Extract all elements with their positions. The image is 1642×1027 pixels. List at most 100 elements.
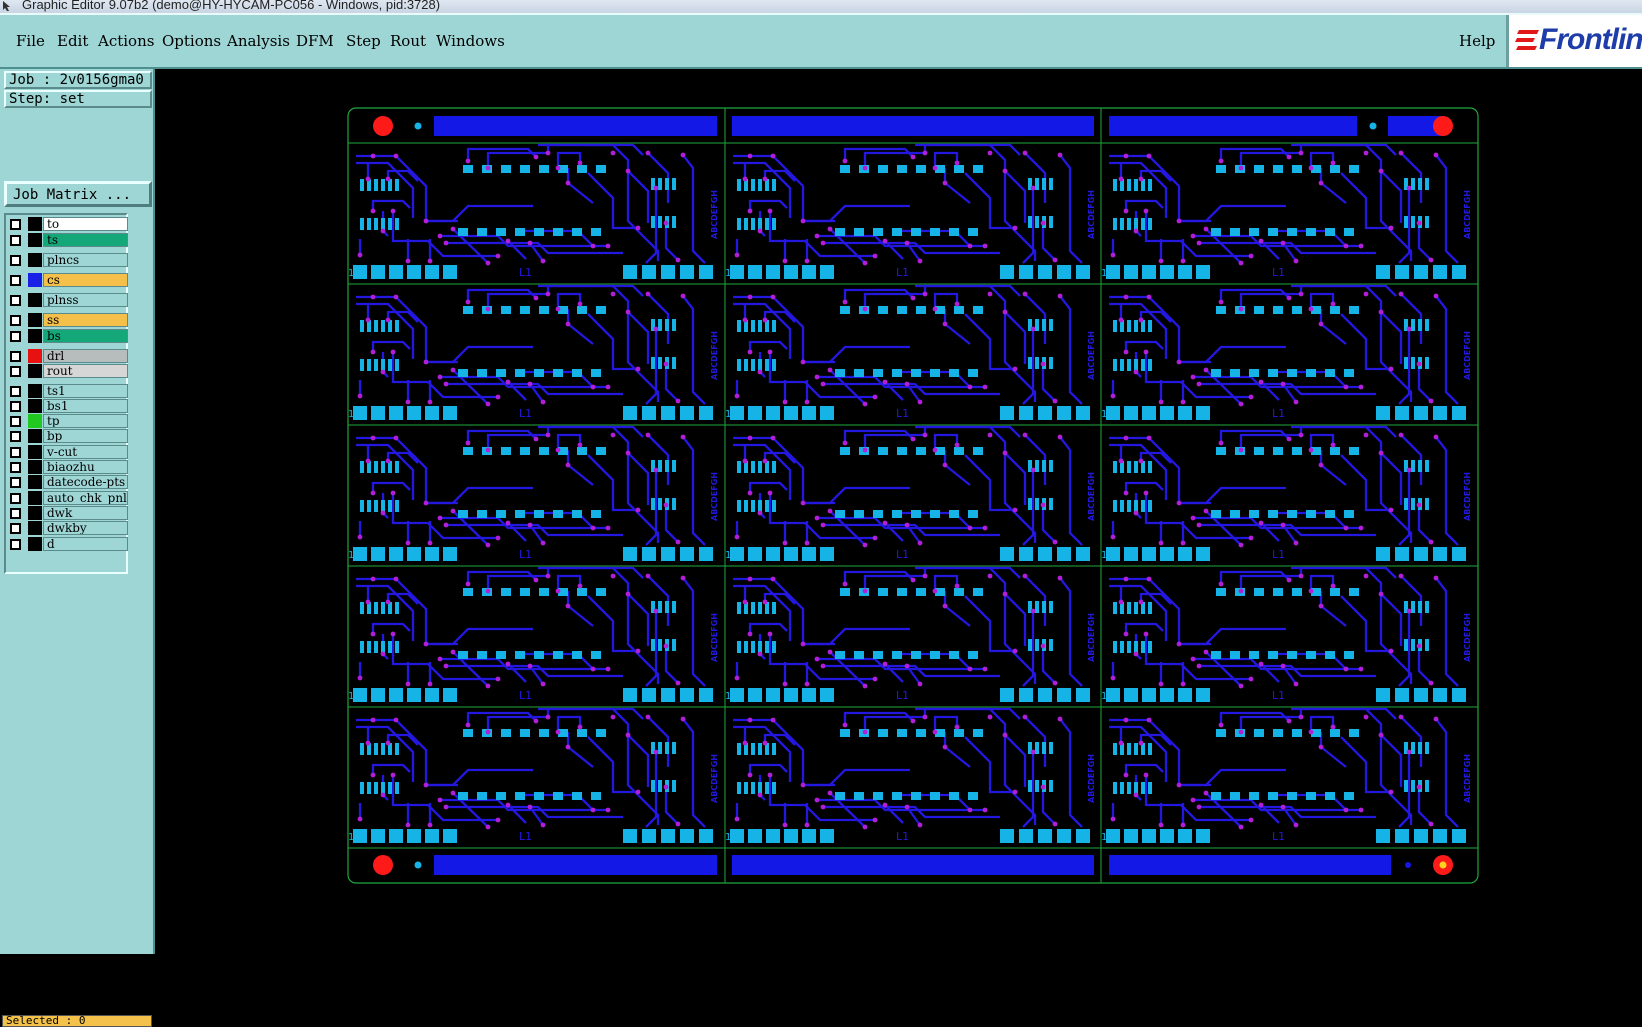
layer-color-swatch[interactable]	[28, 349, 42, 363]
layer-name[interactable]: plnss	[43, 293, 128, 307]
layer-name[interactable]: bp	[43, 429, 128, 443]
layer-name[interactable]: biaozhu	[43, 460, 128, 474]
layer-name[interactable]: bs1	[43, 399, 128, 413]
layer-checkbox[interactable]	[10, 235, 21, 246]
via	[1176, 641, 1182, 647]
layer-color-swatch[interactable]	[28, 414, 42, 428]
menu-actions[interactable]: Actions	[98, 32, 154, 50]
layer-checkbox[interactable]	[10, 275, 21, 286]
layer-checkbox[interactable]	[10, 331, 21, 342]
layer-name[interactable]: cs	[43, 273, 128, 287]
layer-checkbox[interactable]	[10, 431, 21, 442]
layer-color-swatch[interactable]	[28, 253, 42, 267]
job-matrix-button[interactable]: Job Matrix ...	[4, 181, 152, 207]
layer-color-swatch[interactable]	[28, 293, 42, 307]
smd-pad	[1120, 782, 1124, 794]
layer-checkbox[interactable]	[10, 255, 21, 266]
layer-row-drl[interactable]: drl	[10, 349, 128, 363]
layer-color-swatch[interactable]	[28, 537, 42, 551]
layer-row-cs[interactable]: cs	[10, 273, 128, 287]
layer-name[interactable]: dwk	[43, 506, 128, 520]
layer-checkbox[interactable]	[10, 386, 21, 397]
menu-edit[interactable]: Edit	[57, 32, 88, 50]
layer-color-swatch[interactable]	[28, 384, 42, 398]
menu-analysis[interactable]: Analysis	[227, 32, 290, 50]
layer-checkbox[interactable]	[10, 401, 21, 412]
layer-checkbox[interactable]	[10, 416, 21, 427]
layer-checkbox[interactable]	[10, 366, 21, 377]
via	[762, 599, 768, 605]
menu-options[interactable]: Options	[162, 32, 221, 50]
layer-color-swatch[interactable]	[28, 429, 42, 443]
layer-color-swatch[interactable]	[28, 491, 42, 505]
smd-pad	[1142, 547, 1156, 561]
layer-row-bs[interactable]: bs	[10, 329, 128, 343]
layer-name[interactable]: plncs	[43, 253, 128, 267]
layer-name[interactable]: tp	[43, 414, 128, 428]
layer-name[interactable]: ss	[43, 313, 128, 327]
layer-name[interactable]: ts	[43, 233, 128, 247]
layer-row-to[interactable]: to	[10, 217, 128, 231]
layer-row-bs1[interactable]: bs1	[10, 399, 128, 413]
layer-checkbox[interactable]	[10, 539, 21, 550]
layer-color-swatch[interactable]	[28, 521, 42, 535]
layer-row-ts[interactable]: ts	[10, 233, 128, 247]
layer-checkbox[interactable]	[10, 447, 21, 458]
layer-row-ss[interactable]: ss	[10, 313, 128, 327]
layer-name[interactable]: v-cut	[43, 445, 128, 459]
layer-name[interactable]: bs	[43, 329, 128, 343]
layer-row-d[interactable]: d	[10, 537, 128, 551]
layer-checkbox[interactable]	[10, 462, 21, 473]
layer-color-swatch[interactable]	[28, 460, 42, 474]
layer-color-swatch[interactable]	[28, 273, 42, 287]
layer-color-swatch[interactable]	[28, 399, 42, 413]
layer-row-rout[interactable]: rout	[10, 364, 128, 378]
layer-color-swatch[interactable]	[28, 506, 42, 520]
layer-checkbox[interactable]	[10, 523, 21, 534]
layer-name[interactable]: d	[43, 537, 128, 551]
layer-name[interactable]: rout	[43, 364, 128, 378]
via	[1146, 435, 1152, 441]
menu-windows[interactable]: Windows	[436, 32, 505, 50]
layer-row-plncs[interactable]: plncs	[10, 253, 128, 267]
menu-dfm[interactable]: DFM	[296, 32, 334, 50]
via	[1118, 599, 1124, 605]
menu-step[interactable]: Step	[346, 32, 381, 50]
layer-checkbox[interactable]	[10, 295, 21, 306]
layer-checkbox[interactable]	[10, 508, 21, 519]
layer-name[interactable]: drl	[43, 349, 128, 363]
layer-row-tp[interactable]: tp	[10, 414, 128, 428]
layer-row-auto_chk_pnl[interactable]: auto_chk_pnl	[10, 491, 128, 505]
via	[967, 525, 973, 531]
layer-row-dwk[interactable]: dwk	[10, 506, 128, 520]
layer-row-biaozhu[interactable]: biaozhu	[10, 460, 128, 474]
layer-row-bp[interactable]: bp	[10, 429, 128, 443]
pcb-panel[interactable]: L1 ABCDEFGH 1 L1 ABCDEFGH 1 L1 ABCDEFGH 1 L1 ABCDE…	[155, 69, 1642, 954]
layer-checkbox[interactable]	[10, 315, 21, 326]
layer-name[interactable]: datecode-pts	[43, 475, 128, 489]
layer-color-swatch[interactable]	[28, 445, 42, 459]
layer-row-ts1[interactable]: ts1	[10, 384, 128, 398]
menu-file[interactable]: File	[16, 32, 45, 50]
layer-name[interactable]: to	[43, 217, 128, 231]
layer-row-plnss[interactable]: plnss	[10, 293, 128, 307]
layer-checkbox[interactable]	[10, 219, 21, 230]
layer-color-swatch[interactable]	[28, 475, 42, 489]
layer-name[interactable]: ts1	[43, 384, 128, 398]
layer-row-v-cut[interactable]: v-cut	[10, 445, 128, 459]
layer-color-swatch[interactable]	[28, 313, 42, 327]
layer-color-swatch[interactable]	[28, 217, 42, 231]
layer-checkbox[interactable]	[10, 477, 21, 488]
layer-name[interactable]: dwkby	[43, 521, 128, 535]
layer-checkbox[interactable]	[10, 351, 21, 362]
layer-name[interactable]: auto_chk_pnl	[43, 491, 128, 505]
graphic-view[interactable]: L1 ABCDEFGH 1 L1 ABCDEFGH 1 L1 ABCDEFGH 1 L1 ABCDE…	[155, 69, 1642, 954]
layer-color-swatch[interactable]	[28, 364, 42, 378]
layer-checkbox[interactable]	[10, 493, 21, 504]
layer-row-datecode-pts[interactable]: datecode-pts	[10, 475, 128, 489]
layer-color-swatch[interactable]	[28, 233, 42, 247]
menu-rout[interactable]: Rout	[390, 32, 426, 50]
layer-row-dwkby[interactable]: dwkby	[10, 521, 128, 535]
menu-help[interactable]: Help	[1459, 32, 1495, 50]
layer-color-swatch[interactable]	[28, 329, 42, 343]
